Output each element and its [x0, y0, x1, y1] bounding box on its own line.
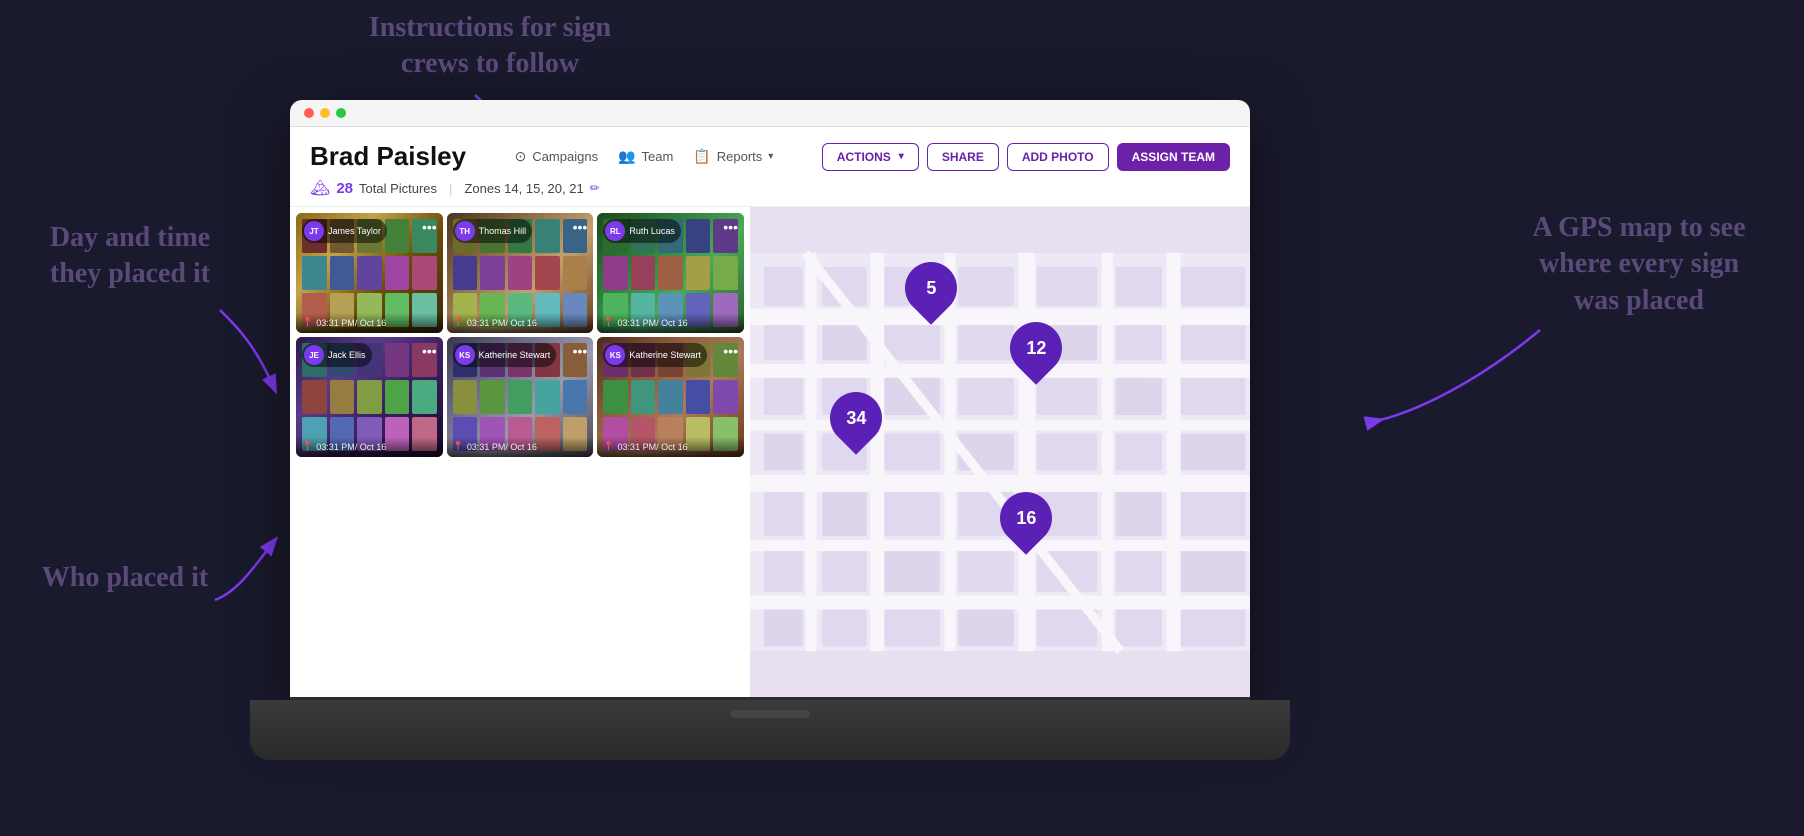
- laptop-base: [250, 700, 1290, 760]
- user-avatar-2: RL: [605, 221, 625, 241]
- photo-card-2[interactable]: RL Ruth Lucas ••• 📍03:31 PM/ Oct 16: [597, 213, 744, 333]
- annotation-left-top: Day and time they placed it: [20, 220, 240, 293]
- photo-grid: JT James Taylor ••• 📍03:31 PM/ Oct 16 TH Thom…: [290, 207, 750, 697]
- marker-bubble-16: 16: [989, 481, 1063, 555]
- photo-timestamp-2: 📍03:31 PM/ Oct 16: [603, 317, 738, 328]
- header-nav: ⊙ Campaigns 👥 Team 📋 Reports ▾: [515, 148, 774, 165]
- edit-icon[interactable]: ✏: [590, 181, 600, 195]
- app-content: Brad Paisley ⊙ Campaigns 👥 Team 📋 Rep: [290, 127, 1250, 697]
- photo-card-0[interactable]: JT James Taylor ••• 📍03:31 PM/ Oct 16: [296, 213, 443, 333]
- photo-timestamp-4: 📍03:31 PM/ Oct 16: [453, 441, 588, 452]
- header-actions: ACTIONS ▾ SHARE ADD PHOTO ASSIGN TEAM: [822, 143, 1230, 171]
- tl-yellow[interactable]: [320, 108, 330, 118]
- photo-menu-2[interactable]: •••: [723, 219, 738, 235]
- photo-card-1[interactable]: TH Thomas Hill ••• 📍03:31 PM/ Oct 16: [447, 213, 594, 333]
- share-button[interactable]: SHARE: [927, 143, 999, 171]
- marker-bubble-5: 5: [894, 251, 968, 325]
- total-pictures: 🏔 28 Total Pictures: [310, 178, 437, 198]
- nav-campaigns[interactable]: ⊙ Campaigns: [515, 148, 599, 165]
- location-icon-3: 📍: [302, 441, 313, 452]
- photo-user-badge-2: RL Ruth Lucas: [603, 219, 681, 243]
- user-name-4: Katherine Stewart: [479, 350, 551, 360]
- actions-button[interactable]: ACTIONS ▾: [822, 143, 919, 171]
- location-icon-4: 📍: [453, 441, 464, 452]
- marker-bubble-12: 12: [999, 311, 1073, 385]
- nav-reports[interactable]: 📋 Reports ▾: [693, 148, 773, 165]
- user-name-0: James Taylor: [328, 226, 381, 236]
- tl-red[interactable]: [304, 108, 314, 118]
- user-avatar-5: KS: [605, 345, 625, 365]
- photo-menu-3[interactable]: •••: [422, 343, 437, 359]
- photo-timestamp-5: 📍03:31 PM/ Oct 16: [603, 441, 738, 452]
- photo-user-badge-5: KS Katherine Stewart: [603, 343, 707, 367]
- location-icon-0: 📍: [302, 317, 313, 328]
- location-icon-2: 📍: [603, 317, 614, 328]
- chevron-down-icon: ▾: [899, 151, 904, 162]
- photo-card-3[interactable]: JE Jack Ellis ••• 📍03:31 PM/ Oct 16: [296, 337, 443, 457]
- photo-overlay-2: 📍03:31 PM/ Oct 16: [597, 313, 744, 333]
- laptop-frame: Brad Paisley ⊙ Campaigns 👥 Team 📋 Rep: [270, 100, 1270, 760]
- laptop-screen: Brad Paisley ⊙ Campaigns 👥 Team 📋 Rep: [290, 100, 1250, 700]
- user-avatar-3: JE: [304, 345, 324, 365]
- add-photo-button[interactable]: ADD PHOTO: [1007, 143, 1109, 171]
- photo-menu-1[interactable]: •••: [573, 219, 588, 235]
- app-header: Brad Paisley ⊙ Campaigns 👥 Team 📋 Rep: [290, 127, 1250, 207]
- photo-user-badge-3: JE Jack Ellis: [302, 343, 372, 367]
- assign-team-button[interactable]: ASSIGN TEAM: [1117, 143, 1230, 171]
- map-marker-34[interactable]: 34: [830, 392, 882, 444]
- annotation-left-bottom: Who placed it: [10, 560, 240, 596]
- user-name-2: Ruth Lucas: [629, 226, 675, 236]
- team-icon: 👥: [618, 148, 635, 165]
- annotation-right: A GPS map to see where every sign was pl…: [1504, 210, 1774, 319]
- tl-green[interactable]: [336, 108, 346, 118]
- map-svg: [750, 207, 1250, 697]
- map-area: 5 12 34 16: [750, 207, 1250, 697]
- user-avatar-0: JT: [304, 221, 324, 241]
- map-marker-5[interactable]: 5: [905, 262, 957, 314]
- campaigns-icon: ⊙: [515, 148, 527, 165]
- photo-user-badge-4: KS Katherine Stewart: [453, 343, 557, 367]
- photo-timestamp-0: 📍03:31 PM/ Oct 16: [302, 317, 437, 328]
- photo-menu-0[interactable]: •••: [422, 219, 437, 235]
- photo-menu-5[interactable]: •••: [723, 343, 738, 359]
- photo-overlay-1: 📍03:31 PM/ Oct 16: [447, 313, 594, 333]
- map-marker-16[interactable]: 16: [1000, 492, 1052, 544]
- photo-user-badge-1: TH Thomas Hill: [453, 219, 533, 243]
- main-layout: JT James Taylor ••• 📍03:31 PM/ Oct 16 TH Thom…: [290, 207, 1250, 697]
- photo-card-4[interactable]: KS Katherine Stewart ••• 📍03:31 PM/ Oct 16: [447, 337, 594, 457]
- mountain-icon: 🏔: [310, 178, 330, 198]
- photo-overlay-0: 📍03:31 PM/ Oct 16: [296, 313, 443, 333]
- photo-timestamp-1: 📍03:31 PM/ Oct 16: [453, 317, 588, 328]
- photo-overlay-4: 📍03:31 PM/ Oct 16: [447, 437, 594, 457]
- reports-icon: 📋: [693, 148, 710, 165]
- header-subtitle: 🏔 28 Total Pictures | Zones 14, 15, 20, …: [310, 178, 1230, 198]
- photo-overlay-3: 📍03:31 PM/ Oct 16: [296, 437, 443, 457]
- user-avatar-4: KS: [455, 345, 475, 365]
- user-name-3: Jack Ellis: [328, 350, 366, 360]
- page-title: Brad Paisley: [310, 141, 466, 172]
- chevron-down-icon: ▾: [768, 151, 773, 162]
- user-avatar-1: TH: [455, 221, 475, 241]
- location-icon-1: 📍: [453, 317, 464, 328]
- nav-team[interactable]: 👥 Team: [618, 148, 673, 165]
- photo-overlay-5: 📍03:31 PM/ Oct 16: [597, 437, 744, 457]
- user-name-1: Thomas Hill: [479, 226, 527, 236]
- window-chrome: [290, 100, 1250, 127]
- user-name-5: Katherine Stewart: [629, 350, 701, 360]
- location-icon-5: 📍: [603, 441, 614, 452]
- photo-user-badge-0: JT James Taylor: [302, 219, 387, 243]
- photo-menu-4[interactable]: •••: [573, 343, 588, 359]
- marker-bubble-34: 34: [819, 381, 893, 455]
- annotation-top: Instructions for sign crews to follow: [320, 10, 660, 83]
- photo-card-5[interactable]: KS Katherine Stewart ••• 📍03:31 PM/ Oct 16: [597, 337, 744, 457]
- map-marker-12[interactable]: 12: [1010, 322, 1062, 374]
- zones-text: Zones 14, 15, 20, 21 ✏: [464, 181, 599, 196]
- photo-timestamp-3: 📍03:31 PM/ Oct 16: [302, 441, 437, 452]
